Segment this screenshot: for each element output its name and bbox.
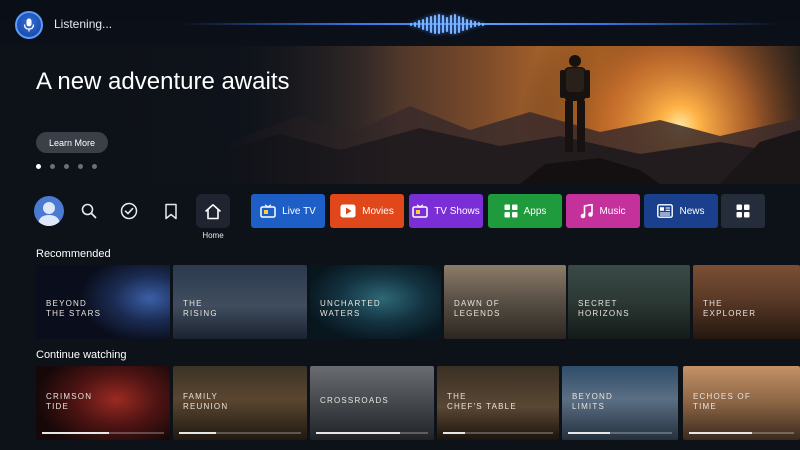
content-card[interactable]: FAMILY REUNION xyxy=(173,366,307,440)
tile-tv-shows[interactable]: TV Shows xyxy=(409,194,483,228)
carousel-dot[interactable] xyxy=(92,164,97,169)
content-card[interactable]: CRIMSON TIDE xyxy=(36,366,170,440)
content-card[interactable]: ECHOES OF TIME xyxy=(683,366,800,440)
learn-more-button[interactable]: Learn More xyxy=(36,132,108,153)
watch-progress-fill xyxy=(689,432,752,434)
home-button[interactable] xyxy=(196,194,230,228)
card-title: THE CHEF'S TABLE xyxy=(447,392,517,411)
content-card[interactable]: THE CHEF'S TABLE xyxy=(437,366,559,440)
tile-music[interactable]: Music xyxy=(566,194,640,228)
music-note-icon xyxy=(580,203,594,219)
tile-label: News xyxy=(679,205,705,217)
watch-progress-fill xyxy=(568,432,610,434)
content-card[interactable]: THE RISING xyxy=(173,265,307,339)
tile-more-apps[interactable] xyxy=(721,194,765,228)
carousel-dot[interactable] xyxy=(64,164,69,169)
search-icon xyxy=(81,203,97,219)
grid-icon xyxy=(736,204,750,218)
watch-progress-bar xyxy=(443,432,553,434)
tile-label: Live TV xyxy=(282,205,316,217)
tile-label: Music xyxy=(599,205,626,217)
card-title: FAMILY REUNION xyxy=(183,392,229,411)
tile-label: TV Shows xyxy=(434,205,480,217)
card-title: CRIMSON TIDE xyxy=(46,392,93,411)
recommended-title: Recommended xyxy=(36,248,111,260)
voice-status: Listening... xyxy=(54,17,113,31)
card-title: BEYOND LIMITS xyxy=(572,392,613,411)
carousel-dot[interactable] xyxy=(36,164,41,169)
grid-icon xyxy=(504,204,518,218)
tile-label: Apps xyxy=(523,205,547,217)
profile-avatar[interactable] xyxy=(34,196,64,226)
content-card[interactable]: BEYOND THE STARS xyxy=(36,265,170,339)
carousel-dot[interactable] xyxy=(50,164,55,169)
card-title: CROSSROADS xyxy=(320,396,389,405)
content-card[interactable]: SECRET HORIZONS xyxy=(568,265,690,339)
hero-banner[interactable]: A new adventure awaits Learn More xyxy=(0,46,800,184)
nav-row: Home Live TV Movies TV Shows Apps Music News xyxy=(0,184,800,246)
watch-progress-bar xyxy=(689,432,794,434)
watch-progress-bar xyxy=(568,432,672,434)
card-title: THE RISING xyxy=(183,299,218,318)
card-title: DAWN OF LEGENDS xyxy=(454,299,501,318)
tv-icon xyxy=(260,204,276,218)
home-label: Home xyxy=(202,231,224,240)
user-icon xyxy=(38,202,60,226)
watch-progress-bar xyxy=(42,432,164,434)
card-title: THE EXPLORER xyxy=(703,299,757,318)
card-title: UNCHARTED WATERS xyxy=(320,299,381,318)
home-icon xyxy=(205,203,221,219)
watch-progress-fill xyxy=(443,432,465,434)
content-card[interactable]: THE EXPLORER xyxy=(693,265,800,339)
hero-image xyxy=(0,46,800,184)
watch-progress-bar xyxy=(316,432,428,434)
tile-label: Movies xyxy=(362,205,394,217)
play-icon xyxy=(340,204,356,218)
content-card[interactable]: BEYOND LIMITS xyxy=(562,366,678,440)
carousel-indicators xyxy=(36,164,97,169)
watch-progress-fill xyxy=(42,432,110,434)
watch-progress-fill xyxy=(179,432,216,434)
newspaper-icon xyxy=(657,204,674,218)
tile-live-tv[interactable]: Live TV xyxy=(251,194,325,228)
watch-progress-fill xyxy=(316,432,400,434)
tv-icon xyxy=(412,204,428,218)
card-title: BEYOND THE STARS xyxy=(46,299,102,318)
card-title: SECRET HORIZONS xyxy=(578,299,630,318)
content-card[interactable]: UNCHARTED WATERS xyxy=(310,265,441,339)
watchlist-check-button[interactable] xyxy=(118,200,140,222)
microphone-button[interactable] xyxy=(15,11,43,39)
content-card[interactable]: CROSSROADS xyxy=(310,366,434,440)
bookmarks-button[interactable] xyxy=(160,200,182,222)
bookmark-icon xyxy=(165,203,177,219)
tile-movies[interactable]: Movies xyxy=(330,194,404,228)
voice-waveform xyxy=(410,14,484,34)
hero-title: A new adventure awaits xyxy=(36,68,290,95)
search-button[interactable] xyxy=(78,200,100,222)
content-card[interactable]: DAWN OF LEGENDS xyxy=(444,265,566,339)
tile-apps[interactable]: Apps xyxy=(488,194,562,228)
tile-news[interactable]: News xyxy=(644,194,718,228)
carousel-dot[interactable] xyxy=(78,164,83,169)
voice-bar: Listening... xyxy=(0,0,800,46)
watch-progress-bar xyxy=(179,432,301,434)
card-title: ECHOES OF TIME xyxy=(693,392,751,411)
microphone-icon xyxy=(23,18,35,32)
continue-watching-title: Continue watching xyxy=(36,349,127,361)
check-circle-icon xyxy=(120,202,138,220)
